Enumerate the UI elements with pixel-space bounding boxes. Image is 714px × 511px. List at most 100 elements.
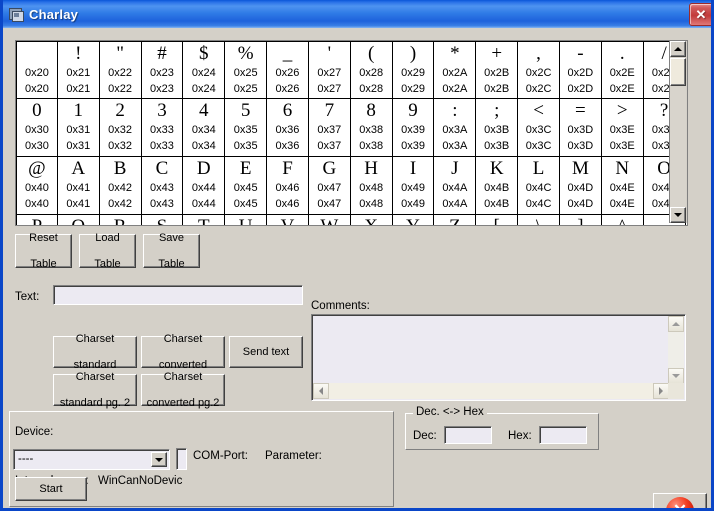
- comments-scroll-left-icon[interactable]: [313, 383, 329, 399]
- charset-standard-button[interactable]: Charset standard: [53, 333, 137, 371]
- character-cell[interactable]: K 0x4B 0x4B: [476, 157, 519, 215]
- character-cell[interactable]: 7 0x37 0x37: [308, 99, 351, 157]
- comments-scroll-right-icon[interactable]: [653, 383, 669, 399]
- load-table-button[interactable]: Load Table: [79, 232, 136, 270]
- character-glyph: 1: [73, 100, 84, 121]
- chevron-down-icon[interactable]: [151, 452, 167, 467]
- character-cell[interactable]: D 0x44 0x44: [183, 157, 226, 215]
- character-cell[interactable]: X0x580x58: [350, 215, 393, 225]
- comments-scroll-up-icon[interactable]: [668, 316, 684, 332]
- character-cell[interactable]: ! 0x21 0x21: [57, 41, 100, 99]
- character-cell[interactable]: Y0x590x59: [392, 215, 435, 225]
- close-button[interactable]: ✕: [653, 493, 707, 508]
- dec-input[interactable]: [444, 426, 492, 444]
- window-close-button[interactable]: ✕: [689, 3, 711, 26]
- character-cell[interactable]: ^0x5E0x5E: [601, 215, 644, 225]
- character-cell[interactable]: ; 0x3B 0x3B: [476, 99, 519, 157]
- character-cell[interactable]: @0x40 0x40: [16, 157, 58, 215]
- character-cell[interactable]: 0 0x30 0x30: [16, 99, 58, 157]
- character-cell[interactable]: I 0x49 0x49: [392, 157, 435, 215]
- character-cell[interactable]: (0x28 0x28: [350, 41, 393, 99]
- character-cell[interactable]: 5 0x35 0x35: [225, 99, 268, 157]
- character-cell[interactable]: S0x530x53: [141, 215, 184, 225]
- character-hex-mapped: 0x46: [275, 198, 300, 210]
- character-cell[interactable]: [0x5B0x5B: [476, 215, 519, 225]
- character-cell[interactable]: A 0x41 0x41: [57, 157, 100, 215]
- text-input[interactable]: [53, 285, 303, 305]
- character-cell[interactable]: V0x560x56: [267, 215, 309, 225]
- character-cell[interactable]: Z0x5A0x5A: [434, 215, 477, 225]
- character-cell[interactable]: 1 0x31 0x31: [57, 99, 100, 157]
- character-cell[interactable]: . 0x2E 0x2E: [601, 41, 644, 99]
- character-cell[interactable]: * 0x2A 0x2A: [434, 41, 477, 99]
- character-cell[interactable]: - 0x2D 0x2D: [559, 41, 602, 99]
- character-cell[interactable]: W0x570x57: [308, 215, 351, 225]
- character-cell[interactable]: \0x5C0x5C: [518, 215, 560, 225]
- dec-hex-group-title: Dec. <-> Hex: [413, 406, 487, 418]
- character-cell[interactable]: #0x23 0x23: [141, 41, 184, 99]
- character-cell[interactable]: ' 0x27 0x27: [308, 41, 351, 99]
- character-glyph: H: [364, 158, 379, 179]
- character-cell[interactable]: " 0x22 0x22: [99, 41, 142, 99]
- com-port-input[interactable]: [176, 448, 187, 470]
- character-cell[interactable]: 9 0x39 0x39: [392, 99, 435, 157]
- scroll-down-icon[interactable]: [670, 207, 686, 223]
- character-cell[interactable]: <0x3C 0x3C: [518, 99, 560, 157]
- character-hex-mapped: 0x4E: [609, 198, 635, 210]
- device-select[interactable]: ----: [13, 449, 170, 470]
- comments-scroll-down-icon[interactable]: [668, 368, 684, 384]
- save-table-button[interactable]: Save Table: [143, 232, 200, 270]
- character-table-panel[interactable]: 0x20 0x20! 0x21 0x21 " 0x22 0x22 #0x23 0x23 $0x24…: [15, 40, 688, 226]
- character-cell[interactable]: Q0x510x51: [57, 215, 100, 225]
- character-grid[interactable]: 0x20 0x20! 0x21 0x21 " 0x22 0x22 #0x23 0x23 $0x24…: [16, 41, 686, 225]
- character-glyph: ?: [659, 100, 669, 121]
- character-hex-mapped: 0x28: [359, 83, 384, 95]
- character-cell[interactable]: P0x500x50: [16, 215, 58, 225]
- title-bar[interactable]: Charlay ✕: [3, 0, 711, 28]
- character-cell[interactable]: 4 0x34 0x34: [183, 99, 226, 157]
- character-cell[interactable]: >0x3E 0x3E: [601, 99, 644, 157]
- comments-horizontal-scrollbar[interactable]: [313, 383, 669, 399]
- character-cell[interactable]: ]0x5D0x5D: [559, 215, 602, 225]
- charset-standard-pg2-button[interactable]: Charset standard pg. 2: [53, 371, 137, 409]
- comments-vertical-scrollbar[interactable]: [668, 316, 684, 384]
- device-label: Device:: [15, 426, 54, 438]
- character-cell[interactable]: L 0x4C 0x4C: [518, 157, 560, 215]
- character-cell[interactable]: M 0x4D 0x4D: [559, 157, 602, 215]
- send-text-button[interactable]: Send text: [229, 336, 303, 368]
- character-cell[interactable]: $0x24 0x24: [183, 41, 226, 99]
- charset-converted-pg2-button[interactable]: Charset converted pg.2: [141, 371, 225, 409]
- character-hex-mapped: 0x25: [233, 83, 258, 95]
- character-cell[interactable]: T0x540x54: [183, 215, 226, 225]
- character-cell[interactable]: U0x550x55: [225, 215, 268, 225]
- character-cell[interactable]: = 0x3D 0x3D: [559, 99, 602, 157]
- reset-table-button[interactable]: Reset Table: [15, 232, 72, 270]
- hex-input[interactable]: [539, 426, 587, 444]
- character-cell[interactable]: H 0x48 0x48: [350, 157, 393, 215]
- scroll-up-icon[interactable]: [670, 41, 686, 57]
- character-cell[interactable]: _ 0x26 0x26: [267, 41, 309, 99]
- character-cell[interactable]: 8 0x38 0x38: [350, 99, 393, 157]
- character-cell[interactable]: 2 0x32 0x32: [99, 99, 142, 157]
- character-cell[interactable]: 0x20 0x20: [16, 41, 58, 99]
- character-cell[interactable]: : 0x3A 0x3A: [434, 99, 477, 157]
- character-cell[interactable]: N 0x4E 0x4E: [601, 157, 644, 215]
- character-cell[interactable]: E 0x45 0x45: [225, 157, 268, 215]
- character-cell[interactable]: % 0x25 0x25: [225, 41, 268, 99]
- character-cell[interactable]: F 0x46 0x46: [267, 157, 309, 215]
- charset-converted-button[interactable]: Charset converted: [141, 333, 225, 371]
- character-cell[interactable]: 6 0x36 0x36: [267, 99, 309, 157]
- character-cell[interactable]: C 0x43 0x43: [141, 157, 184, 215]
- character-table-scrollbar[interactable]: [669, 41, 687, 223]
- comments-textarea[interactable]: [311, 314, 686, 401]
- character-cell[interactable]: R0x520x52: [99, 215, 142, 225]
- character-cell[interactable]: B 0x42 0x42: [99, 157, 142, 215]
- start-button[interactable]: Start: [15, 477, 87, 501]
- scrollbar-thumb[interactable]: [670, 58, 686, 86]
- character-cell[interactable]: ) 0x29 0x29: [392, 41, 435, 99]
- character-cell[interactable]: +0x2B 0x2B: [476, 41, 519, 99]
- character-cell[interactable]: G 0x47 0x47: [308, 157, 351, 215]
- character-cell[interactable]: , 0x2C 0x2C: [518, 41, 560, 99]
- character-cell[interactable]: 3 0x33 0x33: [141, 99, 184, 157]
- character-cell[interactable]: J 0x4A 0x4A: [434, 157, 477, 215]
